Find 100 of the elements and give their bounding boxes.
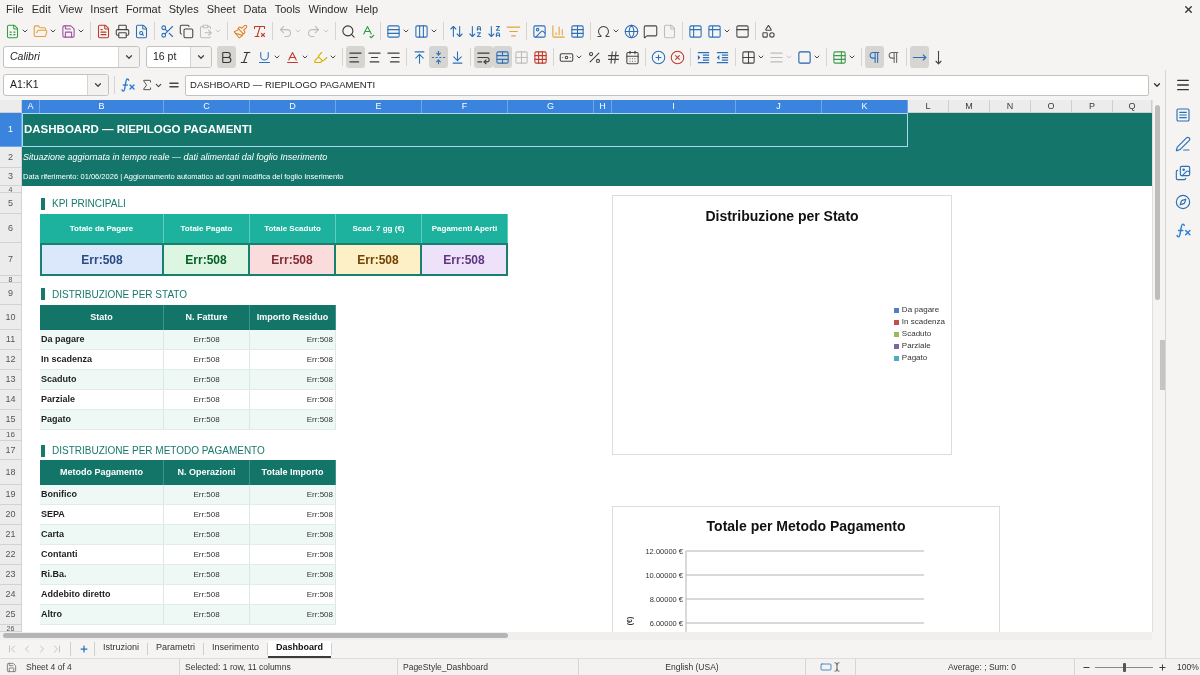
- column-header[interactable]: L: [908, 100, 949, 113]
- row-header[interactable]: 17: [0, 441, 22, 460]
- zoom-slider-thumb[interactable]: [1122, 662, 1126, 672]
- table-cell: Err:508: [250, 485, 336, 504]
- row-header[interactable]: 23: [0, 565, 22, 585]
- name-box-field[interactable]: A1:K1: [3, 74, 110, 96]
- grid-icon: [533, 49, 548, 65]
- column-header[interactable]: G: [508, 100, 594, 113]
- hash-icon: [606, 49, 621, 65]
- table-icon: [707, 23, 722, 39]
- dropdown-button[interactable]: [87, 75, 109, 95]
- left-to-right-button[interactable]: [865, 46, 884, 68]
- menu-item[interactable]: Format: [121, 0, 165, 18]
- row-header[interactable]: 1: [0, 113, 22, 147]
- column-header[interactable]: I: [612, 100, 736, 113]
- row-header[interactable]: 22: [0, 545, 22, 565]
- dropdown-button[interactable]: [190, 47, 211, 67]
- caret-icon: [21, 27, 29, 35]
- compass-icon: [1175, 193, 1191, 210]
- sidebar-collapse-handle[interactable]: [1160, 340, 1165, 390]
- menu-item[interactable]: Data: [239, 0, 271, 18]
- horizontal-text-button[interactable]: [910, 46, 929, 68]
- sheet-tab[interactable]: Parametri: [148, 640, 204, 658]
- panel-list-icon: [1175, 106, 1191, 123]
- zoom-slider[interactable]: [1095, 662, 1153, 672]
- center-vertically-button[interactable]: [429, 46, 448, 68]
- row-header[interactable]: 25: [0, 605, 22, 625]
- row-header[interactable]: 20: [0, 505, 22, 525]
- column-header[interactable]: J: [736, 100, 822, 113]
- row-header[interactable]: 16: [0, 430, 22, 441]
- menu-item[interactable]: Tools: [270, 0, 305, 18]
- caret-icon: [273, 53, 281, 61]
- column-header[interactable]: Q: [1113, 100, 1152, 113]
- caret-icon: [848, 53, 856, 61]
- caret-icon: [785, 53, 793, 61]
- align-left-icon: [348, 49, 363, 65]
- menu-item[interactable]: Insert: [86, 0, 122, 18]
- wrap-text-button[interactable]: [474, 46, 493, 68]
- row-header[interactable]: 19: [0, 485, 22, 505]
- spreadsheet-file-icon: [5, 23, 20, 39]
- scrollbar-thumb[interactable]: [3, 633, 508, 638]
- row-header[interactable]: 11: [0, 330, 22, 350]
- menu-item[interactable]: Help: [351, 0, 383, 18]
- table-cell: Altro: [40, 605, 164, 624]
- sheet-tab[interactable]: Dashboard: [268, 640, 332, 658]
- column-header[interactable]: C: [164, 100, 250, 113]
- table-cell: Contanti: [40, 545, 164, 564]
- selection-summary: Average: ; Sum: 0: [948, 660, 1016, 674]
- row-header[interactable]: 2: [0, 147, 22, 168]
- bold-button[interactable]: [217, 46, 236, 68]
- scrollbar-thumb[interactable]: [1155, 105, 1160, 300]
- dropdown-button[interactable]: [118, 47, 139, 67]
- row-header[interactable]: 24: [0, 585, 22, 605]
- column-header[interactable]: M: [949, 100, 990, 113]
- sheet-title: DASHBOARD — RIEPILOGO PAGAMENTI: [23, 122, 252, 138]
- menu-item[interactable]: Styles: [164, 0, 203, 18]
- merge-center-button[interactable]: [493, 46, 512, 68]
- menu-item[interactable]: Window: [304, 0, 352, 18]
- sheet-subtitle: Situazione aggiornata in tempo reale — dati alimentati dal foglio Inserimento: [22, 150, 328, 164]
- sheet-tab[interactable]: Inserimento: [204, 640, 268, 658]
- row-header[interactable]: 18: [0, 460, 22, 485]
- align-left-button[interactable]: [346, 46, 365, 68]
- column-header[interactable]: E: [336, 100, 422, 113]
- highlighter-icon: [313, 49, 328, 65]
- menu-item[interactable]: File: [2, 0, 28, 18]
- column-header[interactable]: H: [594, 100, 612, 113]
- font-size-field[interactable]: 16 pt: [146, 46, 212, 68]
- row-header[interactable]: 3: [0, 168, 22, 186]
- font-name-field[interactable]: Calibri: [3, 46, 140, 68]
- row-header[interactable]: 9: [0, 283, 22, 305]
- column-header[interactable]: B: [40, 100, 164, 113]
- row-header[interactable]: 14: [0, 390, 22, 410]
- row-header[interactable]: 7: [0, 243, 22, 276]
- column-header[interactable]: F: [422, 100, 508, 113]
- column-header[interactable]: P: [1072, 100, 1113, 113]
- menu-item[interactable]: View: [54, 0, 87, 18]
- row-header[interactable]: 15: [0, 410, 22, 430]
- row-header[interactable]: 13: [0, 370, 22, 390]
- table-cell: Parziale: [40, 390, 164, 409]
- globe-icon: [624, 23, 639, 39]
- row-header[interactable]: 6: [0, 214, 22, 243]
- row-header[interactable]: 21: [0, 525, 22, 545]
- menu-item[interactable]: Edit: [27, 0, 55, 18]
- shapes-icon: [761, 23, 776, 39]
- column-header[interactable]: K: [822, 100, 908, 113]
- row-header[interactable]: 10: [0, 305, 22, 330]
- formula-input[interactable]: DASHBOARD — RIEPILOGO PAGAMENTI: [185, 74, 1150, 96]
- column-header[interactable]: N: [990, 100, 1031, 113]
- heading-bar-icon: [41, 444, 45, 457]
- column-header[interactable]: A: [22, 100, 40, 113]
- row-header[interactable]: 5: [0, 193, 22, 214]
- sheet-tab[interactable]: Istruzioni: [95, 640, 147, 658]
- zoom-in-button[interactable]: [1156, 661, 1168, 673]
- menu-item[interactable]: Sheet: [202, 0, 240, 18]
- page-style: PageStyle_Dashboard: [403, 660, 489, 674]
- column-header[interactable]: O: [1031, 100, 1072, 113]
- pilcrow-icon: [886, 49, 901, 65]
- column-header[interactable]: D: [250, 100, 336, 113]
- row-header[interactable]: 12: [0, 350, 22, 370]
- horizontal-scrollbar[interactable]: [0, 632, 1152, 640]
